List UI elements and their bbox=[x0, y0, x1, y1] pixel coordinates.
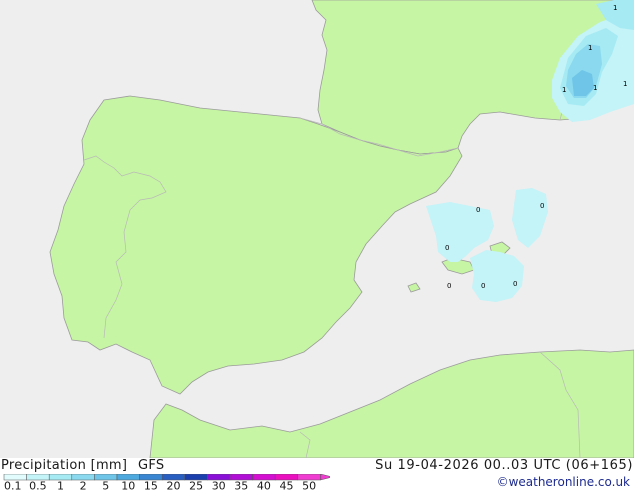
legend-tick-label: 15 bbox=[144, 480, 158, 490]
legend-arrow bbox=[320, 474, 330, 481]
valid-time: Su 19-04-2026 00..03 UTC (06+165) bbox=[375, 458, 633, 473]
legend-tick-label: 2 bbox=[80, 480, 87, 490]
legend-tick-label: 35 bbox=[234, 480, 248, 490]
precipitation-map[interactable]: 1 1 1 1 1 0 0 0 0 0 0 bbox=[0, 0, 634, 458]
legend-tick-label: 25 bbox=[189, 480, 203, 490]
legend-tick-label: 5 bbox=[102, 480, 109, 490]
value-marker: 0 bbox=[476, 206, 480, 214]
value-marker: 0 bbox=[540, 202, 544, 210]
legend-tick-label: 30 bbox=[212, 480, 226, 490]
model-name: GFS bbox=[138, 458, 165, 473]
legend-tick-label: 0.1 bbox=[4, 480, 22, 490]
legend-tick-label: 0.5 bbox=[29, 480, 47, 490]
map-title: Precipitation [mm] bbox=[1, 458, 128, 473]
value-marker: 0 bbox=[445, 244, 449, 252]
value-marker: 1 bbox=[593, 84, 597, 92]
credit-link[interactable]: ©weatheronline.co.uk bbox=[497, 475, 630, 489]
value-marker: 0 bbox=[513, 280, 517, 288]
precip-legend: 0.1 0.5 1 2 5 10 15 20 25 30 35 40 45 50 bbox=[3, 474, 330, 490]
legend-tick-label: 10 bbox=[121, 480, 135, 490]
legend-tick-label: 40 bbox=[257, 480, 271, 490]
legend-tick-label: 20 bbox=[167, 480, 181, 490]
value-marker: 0 bbox=[447, 282, 451, 290]
map-footer: Precipitation [mm] GFS Su 19-04-2026 00.… bbox=[0, 458, 634, 490]
value-marker: 1 bbox=[613, 4, 617, 12]
value-marker: 1 bbox=[623, 80, 627, 88]
legend-tick-label: 50 bbox=[302, 480, 316, 490]
legend-tick-label: 45 bbox=[280, 480, 294, 490]
value-marker: 1 bbox=[588, 44, 592, 52]
value-marker: 0 bbox=[481, 282, 485, 290]
value-marker: 1 bbox=[562, 86, 566, 94]
legend-tick-label: 1 bbox=[57, 480, 64, 490]
